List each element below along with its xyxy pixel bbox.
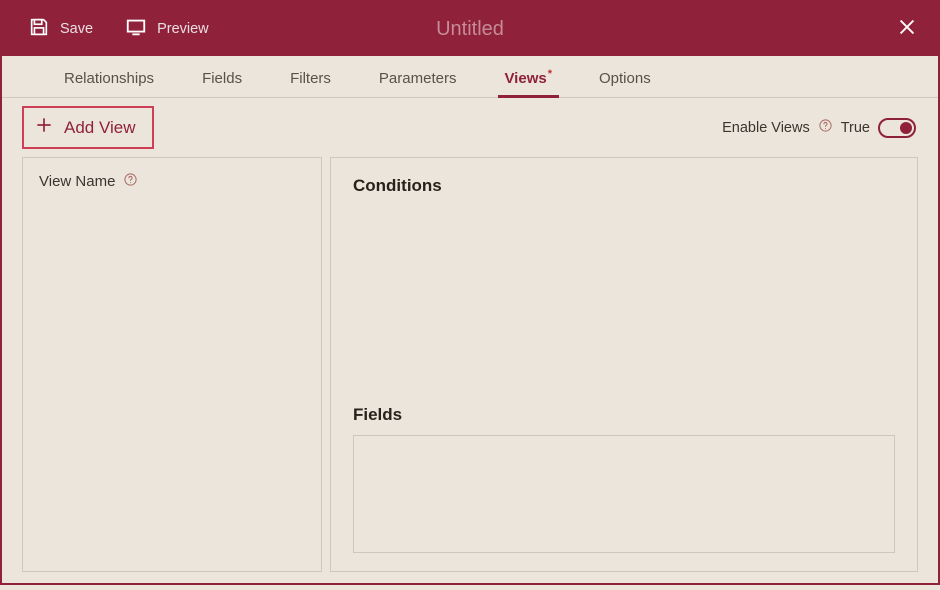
fields-box[interactable] [353,435,895,553]
view-name-label: View Name [39,173,115,190]
enable-views-label: Enable Views [722,120,810,136]
add-view-label: Add View [64,118,136,138]
close-button[interactable] [896,16,918,43]
tab-bar: Relationships Fields Filters Parameters … [2,56,938,98]
tab-label: Options [599,70,651,87]
action-bar: Add View Enable Views True [2,98,938,157]
main-panels: View Name Conditions Fields [2,157,938,590]
tab-views[interactable]: Views* [502,60,553,97]
save-icon [28,16,50,42]
view-name-header: View Name [39,172,305,191]
tab-label: Filters [290,70,331,87]
tab-relationships[interactable]: Relationships [62,60,156,97]
plus-icon [34,115,54,140]
preview-button[interactable]: Preview [113,10,221,48]
close-icon [896,25,918,42]
save-label: Save [60,21,93,37]
tab-filters[interactable]: Filters [288,60,333,97]
add-view-button[interactable]: Add View [22,106,154,149]
tab-label: Views [504,70,546,87]
enable-views-control: Enable Views True [722,118,916,138]
tab-label: Fields [202,70,242,87]
title-bar: Save Preview Untitled [2,2,938,56]
toggle-knob [900,122,912,134]
dirty-indicator-icon: * [548,68,552,80]
preview-label: Preview [157,21,209,37]
save-button[interactable]: Save [16,10,105,48]
conditions-heading: Conditions [353,176,895,196]
enable-views-toggle[interactable] [878,118,916,138]
view-detail-panel: Conditions Fields [330,157,918,572]
tab-label: Relationships [64,70,154,87]
tab-options[interactable]: Options [597,60,653,97]
conditions-area [353,202,895,401]
help-icon[interactable] [818,118,833,137]
tab-label: Parameters [379,70,457,87]
tab-parameters[interactable]: Parameters [377,60,459,97]
view-list-panel: View Name [22,157,322,572]
tab-fields[interactable]: Fields [200,60,244,97]
help-icon[interactable] [123,172,138,191]
fields-section: Fields [353,405,895,553]
preview-icon [125,16,147,42]
fields-heading: Fields [353,405,895,425]
enable-views-value: True [841,120,870,136]
